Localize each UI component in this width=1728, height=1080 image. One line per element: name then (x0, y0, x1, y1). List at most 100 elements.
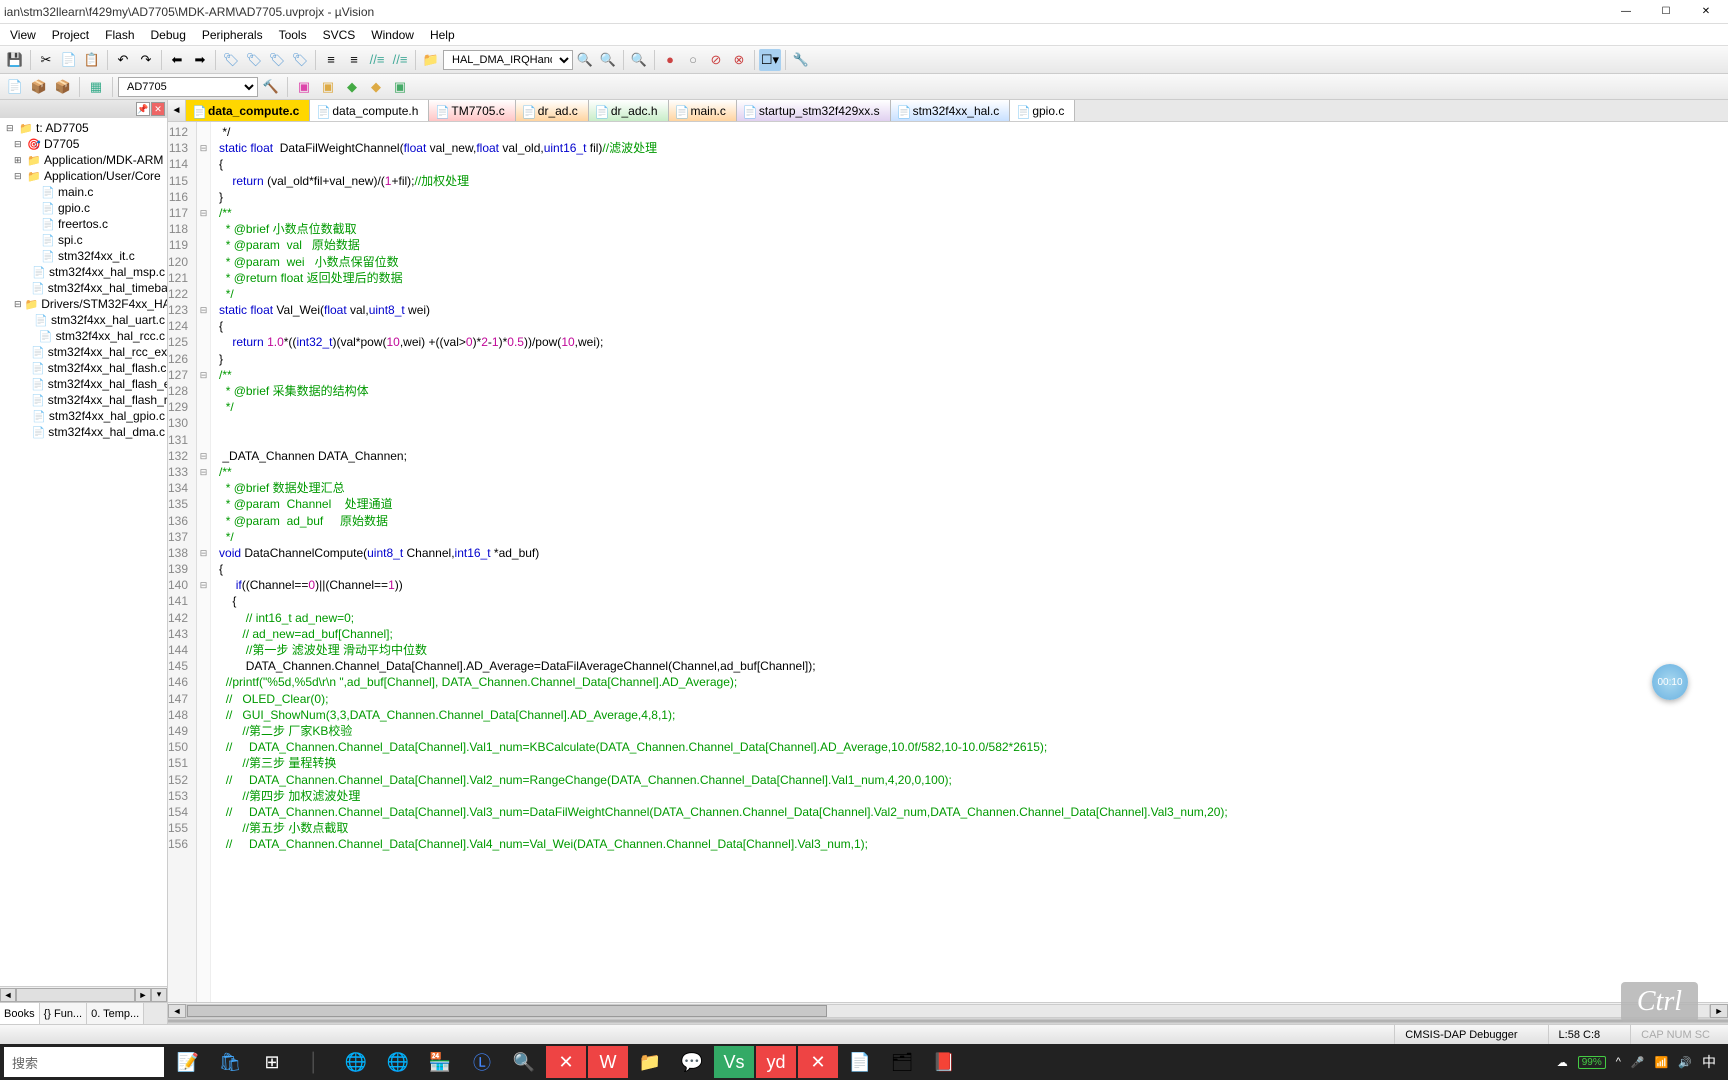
wechat-icon[interactable]: 💬 (672, 1046, 712, 1078)
bookmark-prev-icon[interactable]: 🏷 (243, 49, 265, 71)
nav-fwd-icon[interactable]: ➡ (189, 49, 211, 71)
cut-icon[interactable]: ✂ (35, 49, 57, 71)
code-editor[interactable]: 1121131141151161171181191201211221231241… (168, 122, 1728, 1002)
editor-tab[interactable]: 📄main.c (669, 100, 737, 121)
menu-svcs[interactable]: SVCS (315, 26, 364, 44)
rebuild-icon[interactable]: 📦 (52, 76, 74, 98)
tree-hscroll[interactable]: ◄ ► ▾ (0, 986, 167, 1002)
tree-item[interactable]: 📄gpio.c (2, 200, 165, 216)
edge-icon[interactable]: 🌐 (378, 1046, 418, 1078)
pack-installer-icon[interactable]: ▣ (389, 76, 411, 98)
install-packs-icon[interactable]: ◆ (365, 76, 387, 98)
panel-close-icon[interactable]: ✕ (151, 102, 165, 116)
target-options-icon[interactable]: 🔨 (260, 76, 282, 98)
tree-item[interactable]: ⊟🎯D7705 (2, 136, 165, 152)
target-combo[interactable]: AD7705 (118, 77, 258, 97)
search-icon[interactable]: 🔍 (574, 49, 596, 71)
menu-flash[interactable]: Flash (97, 26, 142, 44)
scroll-left-icon[interactable]: ◄ (0, 988, 16, 1002)
app-l-icon[interactable]: Ⓛ (462, 1046, 502, 1078)
breakpoint-insert-icon[interactable]: ● (659, 49, 681, 71)
hscroll-track[interactable] (186, 1004, 1710, 1018)
onedrive-icon[interactable]: ☁ (1557, 1056, 1568, 1069)
edge-app-icon[interactable]: 🛍 (210, 1046, 250, 1078)
translate-icon[interactable]: 📄 (4, 76, 26, 98)
store-icon[interactable]: 🏪 (420, 1046, 460, 1078)
red-x1-icon[interactable]: ✕ (546, 1046, 586, 1078)
menu-project[interactable]: Project (44, 26, 97, 44)
save-icon[interactable]: 💾 (4, 49, 26, 71)
close-button[interactable]: ✕ (1688, 2, 1724, 22)
find-icon[interactable]: 📁 (420, 49, 442, 71)
breakpoint-disable-icon[interactable]: ○ (682, 49, 704, 71)
select-packs-icon[interactable]: ◆ (341, 76, 363, 98)
menu-tools[interactable]: Tools (271, 26, 315, 44)
menu-peripherals[interactable]: Peripherals (194, 26, 271, 44)
tree-item[interactable]: 📄stm32f4xx_hal_dma.c (2, 424, 165, 440)
tab-nav-left-icon[interactable]: ◄ (168, 100, 186, 121)
editor-hscroll[interactable]: ◄ ► (168, 1002, 1728, 1018)
tree-item[interactable]: 📄stm32f4xx_hal_flash_ra (2, 392, 165, 408)
mic-icon[interactable]: 🎤 (1631, 1056, 1645, 1069)
tree-item[interactable]: ⊟📁Application/User/Core (2, 168, 165, 184)
sticky-notes-icon[interactable]: 📝 (168, 1046, 208, 1078)
tree-item[interactable]: 📄stm32f4xx_it.c (2, 248, 165, 264)
volume-icon[interactable]: 🔊 (1678, 1056, 1692, 1069)
panel-tab[interactable]: 0. Temp... (87, 1003, 144, 1024)
breakpoint-kill-icon[interactable]: ⊘ (705, 49, 727, 71)
nav-back-icon[interactable]: ⬅ (166, 49, 188, 71)
debug-icon[interactable]: 🔍 (628, 49, 650, 71)
editor-tab[interactable]: 📄data_compute.h (310, 100, 429, 121)
indent-icon[interactable]: ≡ (320, 49, 342, 71)
editor-tab[interactable]: 📄dr_ad.c (516, 100, 589, 121)
configure-icon[interactable]: 🔧 (790, 49, 812, 71)
uncomment-icon[interactable]: //≡ (389, 49, 411, 71)
editor-tab[interactable]: 📄gpio.c (1010, 100, 1075, 121)
pdf-icon[interactable]: 📕 (924, 1046, 964, 1078)
copy-icon[interactable]: 📄 (58, 49, 80, 71)
tree-item[interactable]: ⊟📁t: AD7705 (2, 120, 165, 136)
tree-item[interactable]: ⊟📁Drivers/STM32F4xx_HAL_D (2, 296, 165, 312)
bookmark-icon[interactable]: 🏷 (220, 49, 242, 71)
editor-tab[interactable]: 📄startup_stm32f429xx.s (737, 100, 891, 121)
hscroll-right-icon[interactable]: ► (1710, 1004, 1728, 1018)
notepad-icon[interactable]: 📄 (840, 1046, 880, 1078)
tree-item[interactable]: 📄stm32f4xx_hal_timebase (2, 280, 165, 296)
hscroll-thumb[interactable] (187, 1005, 827, 1017)
tree-item[interactable]: 📄spi.c (2, 232, 165, 248)
vs-icon[interactable]: Vs (714, 1046, 754, 1078)
undo-icon[interactable]: ↶ (112, 49, 134, 71)
folder-icon[interactable]: 🗂 (882, 1046, 922, 1078)
comment-icon[interactable]: //≡ (366, 49, 388, 71)
tree-item[interactable]: ⊞📁Application/MDK-ARM (2, 152, 165, 168)
build-icon[interactable]: 📦 (28, 76, 50, 98)
breakpoint-killall-icon[interactable]: ⊗ (728, 49, 750, 71)
tree-item[interactable]: 📄stm32f4xx_hal_rcc.c (2, 328, 165, 344)
editor-tab[interactable]: 📄TM7705.c (429, 100, 515, 121)
file-ext-icon[interactable]: ▣ (293, 76, 315, 98)
menu-help[interactable]: Help (422, 26, 463, 44)
minimize-button[interactable]: — (1608, 2, 1644, 22)
bookmark-next-icon[interactable]: 🏷 (266, 49, 288, 71)
tree-item[interactable]: 📄freertos.c (2, 216, 165, 232)
chrome-icon[interactable]: 🌐 (336, 1046, 376, 1078)
menu-view[interactable]: View (2, 26, 44, 44)
maximize-button[interactable]: ☐ (1648, 2, 1684, 22)
editor-tab[interactable]: 📄data_compute.c (186, 100, 310, 121)
pin-icon[interactable]: 📌 (136, 102, 150, 116)
redo-icon[interactable]: ↷ (135, 49, 157, 71)
manage-icon[interactable]: ▣ (317, 76, 339, 98)
hscroll-left-icon[interactable]: ◄ (168, 1004, 186, 1018)
incremental-search-icon[interactable]: 🔍 (597, 49, 619, 71)
paste-icon[interactable]: 📋 (81, 49, 103, 71)
bookmark-clear-icon[interactable]: 🏷 (289, 49, 311, 71)
explorer-icon[interactable]: 📁 (630, 1046, 670, 1078)
panel-tab[interactable]: {} Fun... (40, 1003, 88, 1024)
tree-item[interactable]: 📄stm32f4xx_hal_flash.c (2, 360, 165, 376)
youdao-icon[interactable]: yd (756, 1046, 796, 1078)
fold-column[interactable]: ⊟⊟⊟⊟⊟⊟⊟⊟ (197, 122, 211, 1002)
red-x2-icon[interactable]: ✕ (798, 1046, 838, 1078)
menu-window[interactable]: Window (363, 26, 422, 44)
window-tile-icon[interactable]: ☐▾ (759, 49, 781, 71)
tree-item[interactable]: 📄stm32f4xx_hal_uart.c (2, 312, 165, 328)
